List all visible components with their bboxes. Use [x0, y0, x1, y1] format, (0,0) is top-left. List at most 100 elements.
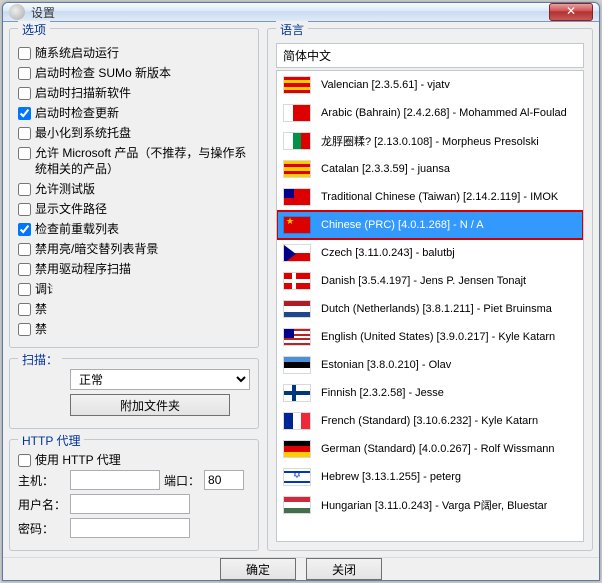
option-checkbox[interactable] — [18, 67, 31, 80]
language-item[interactable]: Valencian [2.3.5.61] - vjatv — [277, 71, 583, 99]
ok-button[interactable]: 确定 — [220, 558, 296, 580]
flag-icon: ★ — [283, 216, 311, 234]
option-row: 禁 — [18, 299, 250, 319]
option-row: 禁用驱动程序扫描 — [18, 259, 250, 279]
language-list[interactable]: Valencian [2.3.5.61] - vjatv Arabic (Bahr… — [276, 70, 584, 542]
option-label: 启动时扫描新软件 — [35, 85, 131, 101]
option-row: 显示文件路径 — [18, 199, 250, 219]
option-label: 禁 — [35, 321, 47, 337]
scan-mode-select[interactable]: 正常 — [70, 369, 250, 390]
language-item[interactable]: ✡Hebrew [3.13.1.255] - peterg — [277, 463, 583, 491]
language-label: Arabic (Bahrain) [2.4.2.68] - Mohammed A… — [321, 107, 567, 119]
option-label: 最小化到系统托盘 — [35, 125, 131, 141]
language-item[interactable]: Arabic (Bahrain) [2.4.2.68] - Mohammed A… — [277, 99, 583, 127]
use-proxy-checkbox[interactable] — [18, 454, 31, 467]
language-label: French (Standard) [3.10.6.232] - Kyle Ka… — [321, 415, 538, 427]
language-item[interactable]: Danish [3.5.4.197] - Jens P. Jensen Tona… — [277, 267, 583, 295]
option-row: 启动时扫描新软件 — [18, 83, 250, 103]
user-label: 用户名： — [18, 496, 66, 513]
http-proxy-group: HTTP 代理 使用 HTTP 代理 主机： 端口： 用户名： 密码： — [9, 439, 259, 551]
option-checkbox[interactable] — [18, 203, 31, 216]
option-checkbox[interactable] — [18, 263, 31, 276]
language-item[interactable]: Hungarian [3.11.0.243] - Varga P阔er, Blu… — [277, 491, 583, 519]
flag-icon — [283, 76, 311, 94]
close-button[interactable]: ✕ — [549, 3, 593, 21]
flag-icon — [283, 272, 311, 290]
option-checkbox[interactable] — [18, 107, 31, 120]
language-label: Finnish [2.3.2.58] - Jesse — [321, 387, 444, 399]
language-label: Valencian [2.3.5.61] - vjatv — [321, 79, 450, 91]
language-item[interactable]: Estonian [3.8.0.210] - Olav — [277, 351, 583, 379]
option-row: 允许 Microsoft 产品（不推荐，与操作系统相关的产品） — [18, 143, 250, 179]
pass-label: 密码： — [18, 520, 66, 537]
language-item[interactable]: Catalan [2.3.3.59] - juansa — [277, 155, 583, 183]
window-title: 设置 — [31, 4, 549, 21]
options-legend: 选项 — [18, 21, 50, 38]
language-item[interactable]: ★ Chinese (PRC) [4.0.1.268] - N / A — [277, 211, 583, 239]
option-checkbox[interactable] — [18, 283, 31, 296]
language-item[interactable]: Dutch (Netherlands) [3.8.1.211] - Piet B… — [277, 295, 583, 323]
language-label: Hebrew [3.13.1.255] - peterg — [321, 471, 461, 483]
language-item[interactable]: English (United States) [3.9.0.217] - Ky… — [277, 323, 583, 351]
flag-icon — [283, 384, 311, 402]
settings-window: 设置 ✕ 选项 随系统启动运行启动时检查 SUMo 新版本启动时扫描新软件启动时… — [2, 2, 600, 581]
option-checkbox[interactable] — [18, 47, 31, 60]
pass-input[interactable] — [70, 518, 190, 538]
option-checkbox[interactable] — [18, 147, 31, 160]
left-panel: 选项 随系统启动运行启动时检查 SUMo 新版本启动时扫描新软件启动时检查更新最… — [9, 28, 259, 551]
flag-icon — [283, 496, 311, 514]
option-label: 调试 — [35, 281, 59, 297]
option-checkbox[interactable] — [18, 223, 31, 236]
option-label: 禁用驱动程序扫描 — [35, 261, 131, 277]
language-legend: 语言 — [276, 21, 308, 38]
language-label: Dutch (Netherlands) [3.8.1.211] - Piet B… — [321, 303, 552, 315]
port-input[interactable] — [204, 470, 244, 490]
option-checkbox[interactable] — [18, 303, 31, 316]
language-label: Traditional Chinese (Taiwan) [2.14.2.119… — [321, 191, 558, 203]
add-folder-button[interactable]: 附加文件夹 — [70, 394, 230, 416]
close-footer-button[interactable]: 关闭 — [306, 558, 382, 580]
option-checkbox[interactable] — [18, 323, 31, 336]
language-item[interactable]: Traditional Chinese (Taiwan) [2.14.2.119… — [277, 183, 583, 211]
language-label: Chinese (PRC) [4.0.1.268] - N / A — [321, 219, 484, 231]
option-checkbox[interactable] — [18, 183, 31, 196]
option-row: 启动时检查更新 — [18, 103, 250, 123]
language-label: Czech [3.11.0.243] - balutbj — [321, 247, 455, 259]
user-input[interactable] — [70, 494, 190, 514]
port-label: 端口： — [164, 472, 200, 489]
options-group: 选项 随系统启动运行启动时检查 SUMo 新版本启动时扫描新软件启动时检查更新最… — [9, 28, 259, 348]
language-label: German (Standard) [4.0.0.267] - Rolf Wis… — [321, 443, 555, 455]
language-item[interactable]: French (Standard) [3.10.6.232] - Kyle Ka… — [277, 407, 583, 435]
option-label: 检查前重载列表 — [35, 221, 119, 237]
flag-icon — [283, 440, 311, 458]
option-checkbox[interactable] — [18, 243, 31, 256]
language-item[interactable]: German (Standard) [4.0.0.267] - Rolf Wis… — [277, 435, 583, 463]
language-label: Catalan [2.3.3.59] - juansa — [321, 163, 450, 175]
scan-group: 扫描： 正常 附加文件夹 — [9, 358, 259, 429]
scan-legend: 扫描： — [18, 351, 62, 368]
app-icon — [9, 4, 25, 20]
language-item[interactable]: Czech [3.11.0.243] - balutbj — [277, 239, 583, 267]
title-bar[interactable]: 设置 ✕ — [3, 3, 599, 22]
host-label: 主机： — [18, 472, 66, 489]
footer: 确定 关闭 — [3, 557, 599, 580]
option-row: 禁 — [18, 319, 250, 339]
language-item[interactable]: 龙脬圈糅? [2.13.0.108] - Morpheus Presolski — [277, 127, 583, 155]
option-row: 随系统启动运行 — [18, 43, 250, 63]
current-language: 简体中文 — [276, 43, 584, 68]
host-input[interactable] — [70, 470, 160, 490]
option-label: 启动时检查 SUMo 新版本 — [35, 65, 171, 81]
option-row: 启动时检查 SUMo 新版本 — [18, 63, 250, 83]
option-row: 检查前重载列表 — [18, 219, 250, 239]
flag-icon — [283, 356, 311, 374]
option-label: 随系统启动运行 — [35, 45, 119, 61]
option-checkbox[interactable] — [18, 127, 31, 140]
http-legend: HTTP 代理 — [18, 432, 84, 449]
option-label: 启动时检查更新 — [35, 105, 119, 121]
language-item[interactable]: Finnish [2.3.2.58] - Jesse — [277, 379, 583, 407]
flag-icon — [283, 188, 311, 206]
option-checkbox[interactable] — [18, 87, 31, 100]
flag-icon — [283, 160, 311, 178]
use-proxy-label: 使用 HTTP 代理 — [35, 452, 121, 468]
flag-icon — [283, 132, 311, 150]
